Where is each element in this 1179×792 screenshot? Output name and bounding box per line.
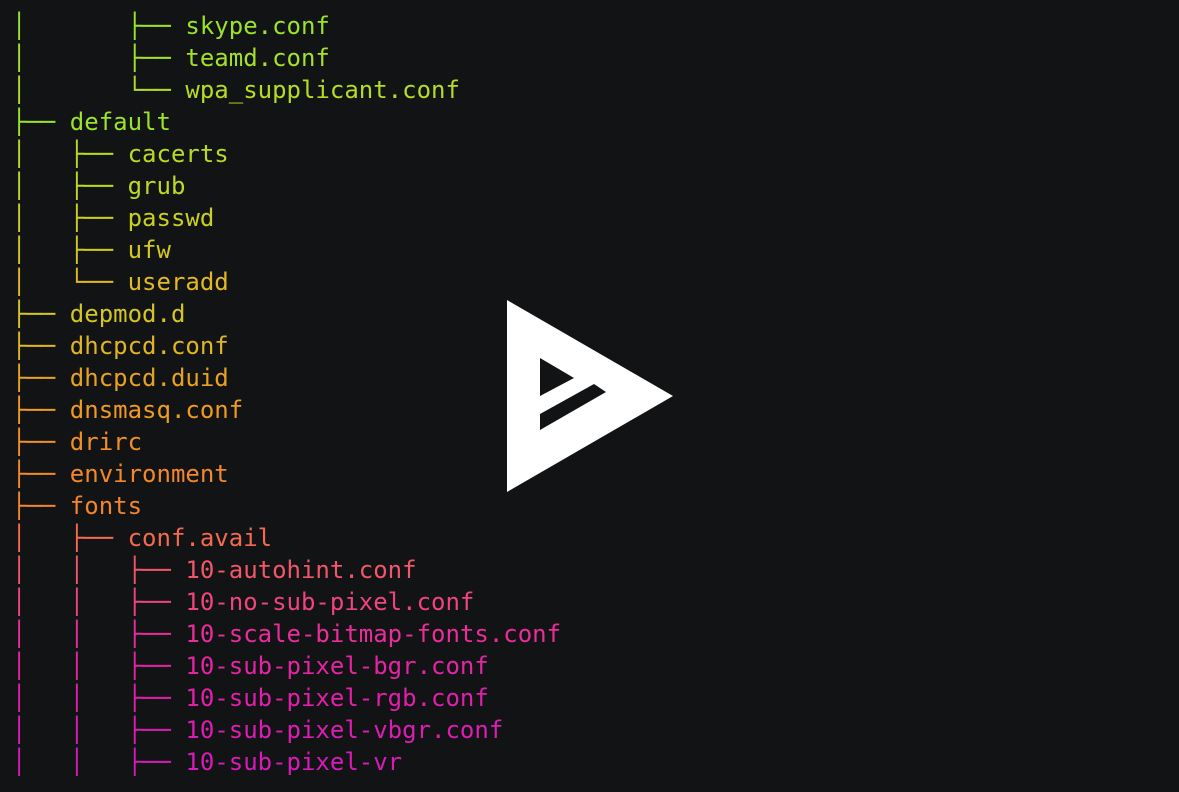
tree-entry-name: dnsmasq.conf <box>69 396 244 424</box>
tree-entry-name: 10-sub-pixel-bgr.conf <box>185 652 489 680</box>
tree-branch: │ │ ├── <box>12 652 186 680</box>
tree-branch: │ ├── <box>12 236 128 264</box>
tree-branch: │ ├── <box>12 140 128 168</box>
tree-branch: │ │ ├── <box>12 588 186 616</box>
tree-entry-name: grub <box>127 172 186 200</box>
tree-line: ├── dhcpcd.conf <box>12 330 561 362</box>
tree-entry-name: ufw <box>127 236 171 264</box>
tree-branch: │ ├── <box>12 44 186 72</box>
tree-entry-name: wpa_supplicant.conf <box>185 76 460 104</box>
play-logo-icon <box>507 300 673 492</box>
tree-entry-name: cacerts <box>127 140 229 168</box>
tree-entry-name: 10-sub-pixel-vbgr.conf <box>185 716 504 744</box>
tree-line: │ ├── skype.conf <box>12 10 561 42</box>
tree-branch: │ ├── <box>12 204 128 232</box>
tree-entry-name: conf.avail <box>127 524 273 552</box>
tree-line: │ ├── teamd.conf <box>12 42 561 74</box>
tree-entry-name: dhcpcd.duid <box>69 364 229 392</box>
tree-entry-name: 10-no-sub-pixel.conf <box>185 588 475 616</box>
tree-line: │ ├── cacerts <box>12 138 561 170</box>
tree-line: │ ├── conf.avail <box>12 522 561 554</box>
tree-entry-name: 10-sub-pixel-rgb.conf <box>185 684 489 712</box>
tree-line: ├── dnsmasq.conf <box>12 394 561 426</box>
tree-line: ├── default <box>12 106 561 138</box>
tree-entry-name: skype.conf <box>185 12 330 40</box>
tree-branch: ├── <box>12 332 70 360</box>
tree-line: │ │ ├── 10-sub-pixel-bgr.conf <box>12 650 561 682</box>
tree-branch: ├── <box>12 492 70 520</box>
tree-line: │ ├── grub <box>12 170 561 202</box>
tree-branch: │ ├── <box>12 172 128 200</box>
tree-entry-name: passwd <box>127 204 215 232</box>
tree-line: │ ├── passwd <box>12 202 561 234</box>
tree-entry-name: 10-autohint.conf <box>185 556 417 584</box>
tree-line: ├── dhcpcd.duid <box>12 362 561 394</box>
tree-branch: ├── <box>12 460 70 488</box>
tree-line: ├── depmod.d <box>12 298 561 330</box>
tree-branch: ├── <box>12 300 70 328</box>
tree-branch: │ │ ├── <box>12 684 186 712</box>
tree-output: │ ├── skype.conf │ ├── teamd.conf │ └── wp… <box>12 10 561 778</box>
tree-entry-name: useradd <box>127 268 229 296</box>
tree-line: │ │ ├── 10-sub-pixel-rgb.conf <box>12 682 561 714</box>
tree-branch: ├── <box>12 428 70 456</box>
tree-line: │ │ ├── 10-scale-bitmap-fonts.conf <box>12 618 561 650</box>
tree-entry-name: fonts <box>69 492 143 520</box>
tree-branch: │ │ ├── <box>12 556 186 584</box>
tree-entry-name: drirc <box>69 428 143 456</box>
tree-branch: ├── <box>12 108 70 136</box>
tree-branch: │ ├── <box>12 524 128 552</box>
tree-branch: ├── <box>12 396 70 424</box>
play-button[interactable] <box>500 296 680 496</box>
tree-branch: │ │ ├── <box>12 620 186 648</box>
tree-line: │ │ ├── 10-no-sub-pixel.conf <box>12 586 561 618</box>
tree-entry-name: default <box>69 108 171 136</box>
tree-line: │ │ ├── 10-autohint.conf <box>12 554 561 586</box>
tree-entry-name: 10-sub-pixel-vr <box>185 748 403 776</box>
tree-line: │ ├── ufw <box>12 234 561 266</box>
tree-entry-name: dhcpcd.conf <box>69 332 229 360</box>
terminal-player: │ ├── skype.conf │ ├── teamd.conf │ └── wp… <box>0 0 1179 792</box>
tree-line: │ │ ├── 10-sub-pixel-vr <box>12 746 561 778</box>
tree-branch: │ └── <box>12 76 186 104</box>
tree-line: │ └── wpa_supplicant.conf <box>12 74 561 106</box>
tree-line: │ └── useradd <box>12 266 561 298</box>
tree-line: ├── drirc <box>12 426 561 458</box>
tree-branch: │ ├── <box>12 12 186 40</box>
tree-line: ├── environment <box>12 458 561 490</box>
tree-entry-name: 10-scale-bitmap-fonts.conf <box>185 620 562 648</box>
tree-branch: ├── <box>12 364 70 392</box>
tree-line: ├── fonts <box>12 490 561 522</box>
tree-branch: │ └── <box>12 268 128 296</box>
tree-branch: │ │ ├── <box>12 748 186 776</box>
tree-entry-name: depmod.d <box>69 300 186 328</box>
tree-branch: │ │ ├── <box>12 716 186 744</box>
tree-line: │ │ ├── 10-sub-pixel-vbgr.conf <box>12 714 561 746</box>
tree-entry-name: environment <box>69 460 229 488</box>
tree-entry-name: teamd.conf <box>185 44 330 72</box>
